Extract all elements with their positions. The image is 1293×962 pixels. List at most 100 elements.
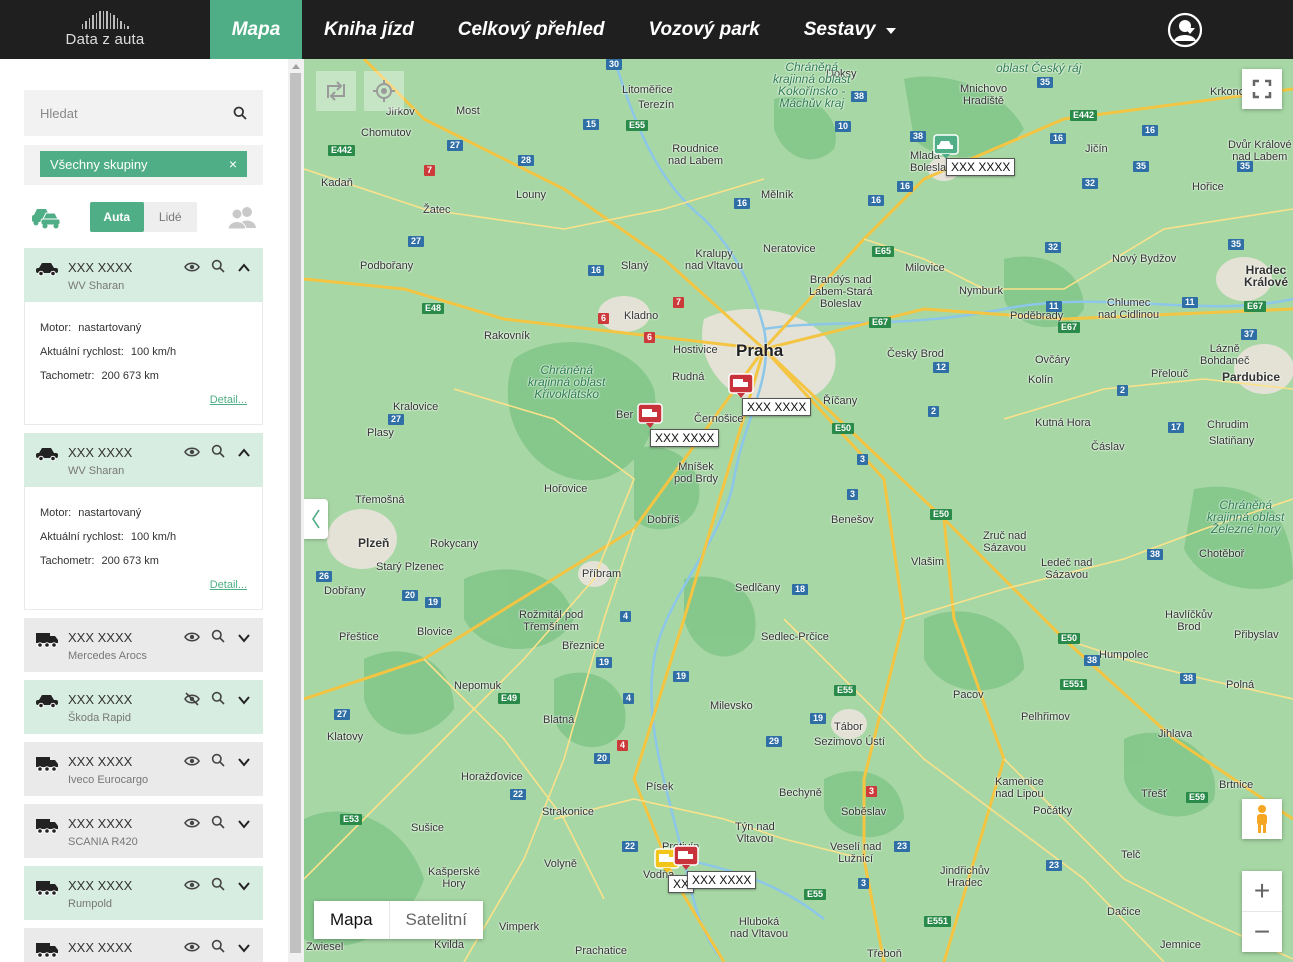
map-label: Chomutov: [361, 127, 412, 139]
vehicle-plate-tag[interactable]: XXX XXXX: [742, 398, 812, 416]
search-icon[interactable]: [211, 691, 225, 710]
chevron-up-icon[interactable]: [238, 260, 250, 278]
vehicle-card[interactable]: XXX XXXX SCANIA R420: [24, 804, 263, 858]
search-icon[interactable]: [211, 753, 225, 772]
eye-icon[interactable]: [184, 878, 200, 896]
road-shield: 6: [598, 313, 610, 324]
car-icon: [35, 694, 59, 713]
vehicle-detail-link[interactable]: Detail...: [210, 579, 247, 591]
search-icon[interactable]: [211, 815, 225, 834]
map-label: Plasy: [367, 427, 394, 439]
chevron-up-icon[interactable]: [238, 445, 250, 463]
vehicle-card-header[interactable]: XXX XXXX: [24, 928, 263, 962]
vehicle-card[interactable]: XXX XXXX Rumpold: [24, 866, 263, 920]
search-icon[interactable]: [233, 106, 247, 120]
chevron-down-icon[interactable]: [238, 692, 250, 710]
map-label: Sušice: [411, 822, 445, 834]
eye-icon[interactable]: [184, 754, 200, 772]
nav-item-celkovy-prehled[interactable]: Celkový přehled: [436, 0, 627, 59]
toggle-cars[interactable]: Auta: [90, 202, 144, 232]
collapse-sidebar-button[interactable]: [304, 499, 328, 539]
vehicle-card-header[interactable]: XXX XXXX Rumpold: [24, 866, 263, 920]
zoom-in-button[interactable]: +: [1242, 872, 1282, 912]
map-view[interactable]: Praha Doksy Mnichovo Hradiště Litoměřice …: [304, 59, 1293, 962]
map-label: Zruč nad Sázavou: [983, 530, 1027, 554]
fullscreen-button[interactable]: [1242, 69, 1282, 109]
route-toggle-control[interactable]: [316, 71, 356, 111]
vehicle-card-header[interactable]: XXX XXXX WV Sharan: [24, 248, 263, 302]
vehicle-card-header[interactable]: XXX XXXX Mercedes Arocs: [24, 618, 263, 672]
zoom-out-button[interactable]: −: [1242, 912, 1282, 952]
vehicle-card[interactable]: XXX XXXX Škoda Rapid: [24, 680, 263, 734]
chevron-down-icon[interactable]: [238, 878, 250, 896]
search-input[interactable]: [40, 105, 233, 121]
eye-icon[interactable]: [184, 940, 200, 958]
chevron-down-icon[interactable]: [238, 940, 250, 958]
vehicle-detail-link[interactable]: Detail...: [210, 394, 247, 406]
road-shield: 19: [425, 597, 442, 608]
vehicle-card-header[interactable]: XXX XXXX WV Sharan: [24, 433, 263, 487]
vehicle-plate-tag[interactable]: XXX XXXX: [687, 871, 757, 889]
group-chip[interactable]: Všechny skupiny ×: [40, 151, 247, 177]
map-label: Hořice: [1192, 181, 1224, 193]
vehicle-card[interactable]: XXX XXXX Mercedes Arocs: [24, 618, 263, 672]
vehicle-plate-tag[interactable]: XXX XXXX: [650, 429, 720, 447]
nav-item-mapa[interactable]: Mapa: [210, 0, 302, 59]
scroll-up-arrow-icon[interactable]: [292, 64, 300, 69]
close-icon[interactable]: ×: [229, 156, 237, 172]
truck-icon: [35, 880, 59, 901]
search-icon[interactable]: [211, 259, 225, 278]
map-label: Brtnice: [1219, 779, 1254, 791]
sidebar-scrollbar[interactable]: [288, 59, 304, 962]
search-icon[interactable]: [211, 629, 225, 648]
map-type-satellite[interactable]: Satelitní: [390, 901, 483, 939]
eye-off-icon[interactable]: [184, 692, 200, 711]
vehicle-card-header[interactable]: XXX XXXX Iveco Eurocargo: [24, 742, 263, 796]
chevron-down-icon[interactable]: [238, 754, 250, 772]
vehicle-card[interactable]: XXX XXXX Iveco Eurocargo: [24, 742, 263, 796]
search-icon[interactable]: [211, 939, 225, 958]
eye-icon[interactable]: [184, 630, 200, 648]
vehicle-marker-truck[interactable]: [673, 845, 699, 871]
eye-icon[interactable]: [184, 445, 200, 463]
toggle-people[interactable]: Lidé: [144, 202, 198, 232]
vehicle-card-header[interactable]: XXX XXXX SCANIA R420: [24, 804, 263, 858]
vehicle-card[interactable]: XXX XXXX WV Sharan Motor: nastartovaný Aktu…: [24, 248, 263, 425]
vehicle-plate-tag[interactable]: XXX XXXX: [946, 158, 1016, 176]
road-shield: E551: [1060, 679, 1088, 690]
vehicle-marker-truck[interactable]: [637, 403, 663, 429]
user-menu-chevron-icon[interactable]: [1185, 28, 1195, 34]
road-shield: 16: [734, 198, 751, 209]
map-label: Rudná: [672, 371, 705, 383]
nav-item-kniha-jizd[interactable]: Kniha jízd: [302, 0, 436, 59]
scrollbar-thumb[interactable]: [290, 73, 301, 953]
map-label: Přeštice: [339, 631, 379, 643]
vehicle-model: WV Sharan: [68, 280, 125, 292]
vehicle-card[interactable]: XXX XXXX: [24, 928, 263, 962]
map-label: Telč: [1121, 849, 1141, 861]
vehicle-marker-truck[interactable]: [728, 373, 754, 399]
locate-control[interactable]: [364, 71, 404, 111]
map-type-map[interactable]: Mapa: [314, 901, 390, 939]
map-label: Sezimovo Ústí: [814, 736, 885, 748]
eye-icon[interactable]: [184, 260, 200, 278]
map-label: Pardubice: [1222, 370, 1281, 384]
road-shield: 35: [1133, 161, 1150, 172]
road-shield: E55: [626, 120, 649, 131]
nav-item-vozovy-park[interactable]: Vozový park: [627, 0, 782, 59]
vehicle-marker-car[interactable]: [933, 134, 959, 160]
chevron-down-icon[interactable]: [238, 630, 250, 648]
search-icon[interactable]: [211, 444, 225, 463]
cars-icon[interactable]: [31, 205, 61, 229]
vehicle-card[interactable]: XXX XXXX WV Sharan Motor: nastartovaný Aktu…: [24, 433, 263, 610]
chevron-down-icon[interactable]: [238, 816, 250, 834]
brand-logo[interactable]: Data z auta: [0, 0, 210, 59]
vehicle-card-header[interactable]: XXX XXXX Škoda Rapid: [24, 680, 263, 734]
street-view-pegman[interactable]: [1242, 799, 1282, 839]
search-icon[interactable]: [211, 877, 225, 896]
vehicle-plate: XXX XXXX: [68, 630, 133, 645]
eye-icon[interactable]: [184, 816, 200, 834]
nav-item-sestavy[interactable]: Sestavy: [782, 0, 918, 59]
road-shield: 3: [858, 878, 870, 889]
people-icon[interactable]: [228, 206, 258, 230]
